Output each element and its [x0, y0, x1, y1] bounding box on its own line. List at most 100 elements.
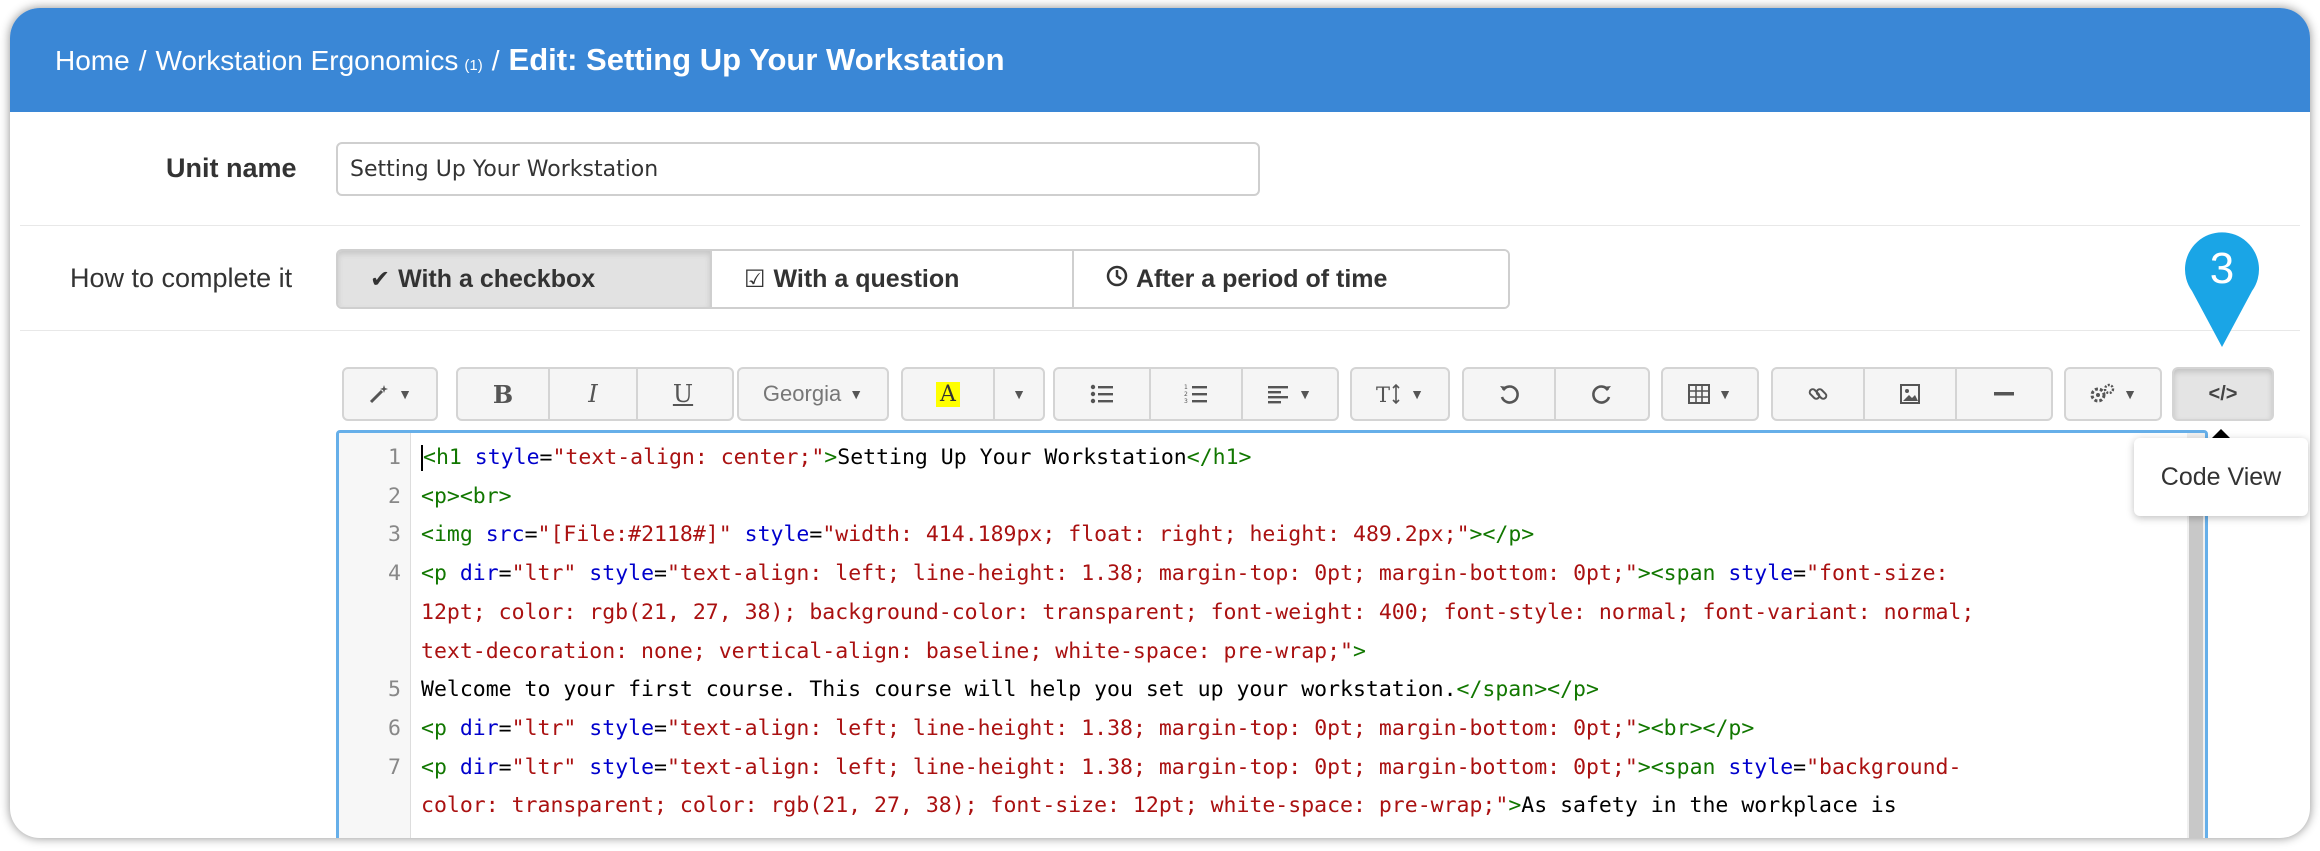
- caret-down-icon: ▼: [1718, 386, 1732, 402]
- caret-down-icon: ▼: [2123, 386, 2137, 402]
- code-line-5: Welcome to your first course. This cours…: [421, 677, 1599, 703]
- code-view-tooltip: Code View: [2134, 438, 2308, 516]
- toolbar-group-insert: [1771, 367, 2053, 421]
- svg-text:T: T: [1376, 383, 1390, 405]
- redo-icon: [1592, 385, 1611, 404]
- breadcrumb-course-count: (1): [464, 57, 483, 74]
- breadcrumb-home-link[interactable]: Home: [55, 45, 130, 77]
- line-number: 4: [388, 561, 401, 587]
- toolbar-group-paragraph: 123 ▼: [1053, 367, 1339, 421]
- magic-wand-icon: [370, 385, 389, 404]
- unit-name-label: Unit name: [166, 153, 297, 183]
- svg-text:3: 3: [1184, 398, 1188, 405]
- unit-name-input[interactable]: [336, 142, 1260, 196]
- settings-dropdown[interactable]: ▼: [2066, 369, 2160, 419]
- list-ol-icon: 123: [1184, 384, 1207, 405]
- check-icon: ✔: [370, 265, 391, 293]
- gears-icon: [2090, 383, 2115, 403]
- caret-down-icon: ▼: [398, 386, 412, 402]
- line-number: 6: [388, 715, 401, 741]
- completion-label: How to complete it: [70, 263, 293, 293]
- code-line-2: <p><br>: [421, 483, 512, 509]
- after-period-option[interactable]: After a period of time: [1074, 251, 1508, 307]
- svg-text:2: 2: [1184, 391, 1188, 398]
- toolbar-group-table: ▼: [1661, 367, 1759, 421]
- code-line-4-wrap: 12pt; color: rgb(21, 27, 38); background…: [421, 599, 1975, 625]
- code-editor[interactable]: 1 2 3 4 5 6 7 <h1 style="text-align: cen…: [336, 430, 2208, 838]
- toolbar-group-view: </>: [2172, 367, 2274, 421]
- line-number: 2: [388, 483, 401, 509]
- underline-button[interactable]: U: [638, 369, 728, 419]
- svg-text:1: 1: [1184, 384, 1188, 391]
- caret-down-icon: ▼: [849, 386, 864, 402]
- page-card: Home / Workstation Ergonomics (1) / Edit…: [10, 8, 2310, 838]
- undo-icon: [1500, 385, 1519, 404]
- line-height-dropdown[interactable]: T ▼: [1352, 369, 1448, 419]
- ordered-list-button[interactable]: 123: [1151, 369, 1243, 419]
- align-dropdown[interactable]: ▼: [1243, 369, 1337, 419]
- code-icon: </>: [2208, 382, 2238, 405]
- breadcrumb-separator: /: [138, 45, 147, 76]
- with-question-option[interactable]: ☑ With a question: [712, 251, 1074, 307]
- redo-button[interactable]: [1556, 369, 1648, 419]
- italic-button[interactable]: I: [550, 369, 638, 419]
- page-title: Edit: Setting Up Your Workstation: [508, 42, 1005, 77]
- link-icon: [1808, 388, 1828, 400]
- page-header: Home / Workstation Ergonomics (1) / Edit…: [10, 8, 2310, 112]
- divider: [20, 330, 2300, 331]
- caret-down-icon: ▼: [1012, 386, 1026, 402]
- toolbar-group-history: [1462, 367, 1650, 421]
- breadcrumb: Home / Workstation Ergonomics (1) / Edit…: [55, 42, 1005, 82]
- breadcrumb-separator: /: [491, 45, 500, 76]
- toolbar-group-color: A ▼: [901, 367, 1045, 421]
- text-height-icon: T: [1376, 383, 1400, 405]
- minus-icon: [1994, 392, 2014, 396]
- bold-button[interactable]: B: [458, 369, 550, 419]
- toolbar-group-font: Georgia ▼: [737, 367, 889, 421]
- horizontal-rule-button[interactable]: [1957, 369, 2051, 419]
- code-view-button[interactable]: </>: [2174, 369, 2272, 419]
- code-line-7-wrap: color: transparent; color: rgb(21, 27, 3…: [421, 793, 1897, 819]
- toolbar-group-height: T ▼: [1350, 367, 1450, 421]
- with-checkbox-option[interactable]: ✔ With a checkbox: [338, 251, 712, 307]
- checkbox-icon: ☑: [744, 265, 766, 293]
- toolbar-group-misc: ▼: [2064, 367, 2162, 421]
- caret-down-icon: ▼: [1410, 386, 1424, 402]
- font-family-dropdown[interactable]: Georgia ▼: [739, 369, 887, 419]
- line-number: 5: [388, 677, 401, 703]
- color-dropdown-toggle[interactable]: ▼: [995, 369, 1043, 419]
- line-number: 3: [388, 522, 401, 548]
- divider: [20, 225, 2300, 226]
- caret-down-icon: ▼: [1298, 386, 1312, 402]
- unordered-list-button[interactable]: [1055, 369, 1151, 419]
- insert-link-button[interactable]: [1773, 369, 1865, 419]
- completion-method-selector: ✔ With a checkbox ☑ With a question Afte…: [336, 249, 1510, 309]
- list-ul-icon: [1090, 384, 1113, 404]
- option-label: With a question: [773, 264, 960, 293]
- code-line-3: <img src="[File:#2118#]" style="width: 4…: [421, 522, 1535, 548]
- breadcrumb-course-link[interactable]: Workstation Ergonomics: [155, 45, 458, 77]
- toolbar-group-font-style: B I U: [456, 367, 734, 421]
- code-line-4-wrap: text-decoration: none; vertical-align: b…: [421, 638, 1366, 664]
- insert-image-button[interactable]: [1865, 369, 1957, 419]
- step-marker: 3: [2185, 232, 2259, 347]
- table-dropdown[interactable]: ▼: [1663, 369, 1757, 419]
- option-label: After a period of time: [1136, 264, 1388, 293]
- highlight-icon: A: [936, 381, 960, 407]
- toolbar-group-style: ▼: [342, 367, 438, 421]
- code-line-1: <h1 style="text-align: center;">Setting …: [421, 445, 1252, 471]
- table-icon: [1688, 384, 1711, 404]
- line-number: 7: [388, 754, 401, 780]
- font-family-value: Georgia: [762, 381, 842, 406]
- magic-wand-dropdown[interactable]: ▼: [344, 369, 436, 419]
- option-label: With a checkbox: [398, 264, 596, 293]
- highlight-color-button[interactable]: A: [903, 369, 995, 419]
- line-number: 1: [388, 445, 401, 470]
- code-line-7: <p dir="ltr" style="text-align: left; li…: [421, 754, 1962, 780]
- code-line-6: <p dir="ltr" style="text-align: left; li…: [421, 715, 1755, 741]
- image-icon: [1900, 384, 1920, 404]
- step-number: 3: [2210, 244, 2234, 293]
- code-line-4: <p dir="ltr" style="text-align: left; li…: [421, 561, 1949, 587]
- undo-button[interactable]: [1464, 369, 1556, 419]
- clock-icon: [1106, 265, 1128, 294]
